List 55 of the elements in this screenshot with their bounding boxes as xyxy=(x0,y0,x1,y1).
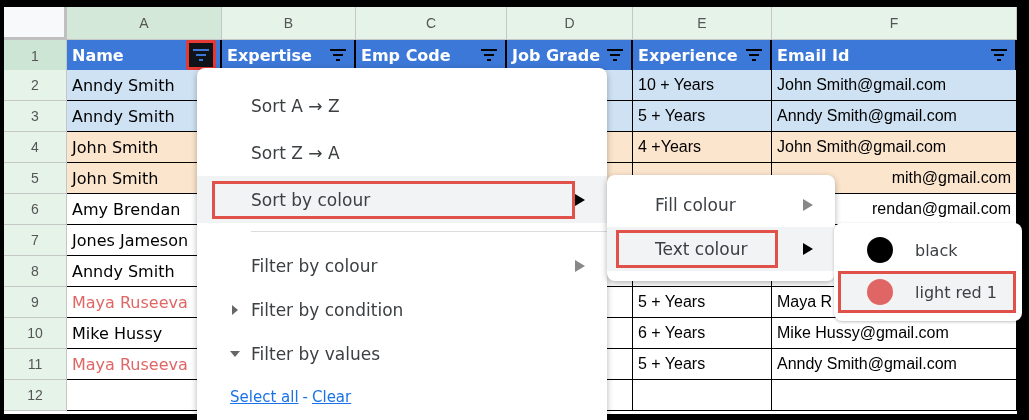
row-number[interactable]: 3 xyxy=(4,101,67,132)
table-cell: John Smith@gmail.com xyxy=(772,70,1017,101)
column-letter[interactable]: E xyxy=(633,7,772,40)
submenu-arrow-icon xyxy=(803,243,813,255)
column-letter[interactable]: C xyxy=(356,7,507,40)
row-number[interactable]: 9 xyxy=(4,287,67,318)
table-cell: John Smith@gmail.com xyxy=(772,132,1017,163)
filter-icon xyxy=(480,48,498,62)
submenu-arrow-icon xyxy=(575,260,585,272)
menu-item[interactable]: black xyxy=(838,229,1016,271)
footer-link[interactable]: Clear xyxy=(312,388,352,406)
filter-icon xyxy=(329,48,347,62)
link-separator: - xyxy=(302,388,308,406)
row-number[interactable]: 7 xyxy=(4,225,67,256)
menu-item[interactable]: Sort by colour xyxy=(197,176,607,223)
row-number[interactable]: 5 xyxy=(4,163,67,194)
row-number[interactable]: 4 xyxy=(4,132,67,163)
column-letter[interactable]: A xyxy=(67,7,222,40)
header-label: Expertise xyxy=(227,45,312,65)
row-number[interactable]: 2 xyxy=(4,70,67,101)
header-label: Name xyxy=(72,45,124,65)
row-number[interactable]: 11 xyxy=(4,349,67,380)
row-number[interactable]: 10 xyxy=(4,318,67,349)
column-letter[interactable]: D xyxy=(507,7,633,40)
collapsed-caret-icon xyxy=(230,305,240,315)
filter-icon xyxy=(606,48,624,62)
header-label: Emp Code xyxy=(361,45,451,65)
filter-icon xyxy=(192,48,210,62)
table-cell: 4 +Years xyxy=(633,132,772,163)
menu-item[interactable]: Text colour xyxy=(607,227,835,271)
filter-button[interactable] xyxy=(186,40,216,70)
submenu-arrow-icon xyxy=(575,193,585,206)
row-number[interactable]: 1 xyxy=(4,40,67,72)
row-number[interactable]: 12 xyxy=(4,380,67,411)
expanded-caret-icon xyxy=(230,349,240,359)
filter-icon xyxy=(745,48,763,62)
table-cell: Anndy Smith@gmail.com xyxy=(772,349,1017,380)
table-cell: 5 + Years xyxy=(633,349,772,380)
table-cell: Mike Hussy@gmail.com xyxy=(772,318,1017,349)
column-letter[interactable]: F xyxy=(772,7,1017,40)
table-cell: 10 + Years xyxy=(633,70,772,101)
row-number[interactable]: 6 xyxy=(4,194,67,225)
column-letter[interactable]: B xyxy=(222,7,356,40)
header-label: Experience xyxy=(638,45,738,65)
submenu-arrow-icon xyxy=(803,199,813,211)
footer-link[interactable]: Select all xyxy=(230,388,299,406)
table-cell: Anndy Smith@gmail.com xyxy=(772,101,1017,132)
table-cell: 6 + Years xyxy=(633,318,772,349)
row-number[interactable]: 8 xyxy=(4,256,67,287)
header-label: Job Grade xyxy=(512,45,601,65)
table-cell: 5 + Years xyxy=(633,101,772,132)
filter-icon xyxy=(990,48,1008,62)
table-cell: 5 + Years xyxy=(633,287,772,318)
menu-item[interactable]: light red 1 xyxy=(838,271,1016,313)
header-label: Email Id xyxy=(777,45,850,65)
